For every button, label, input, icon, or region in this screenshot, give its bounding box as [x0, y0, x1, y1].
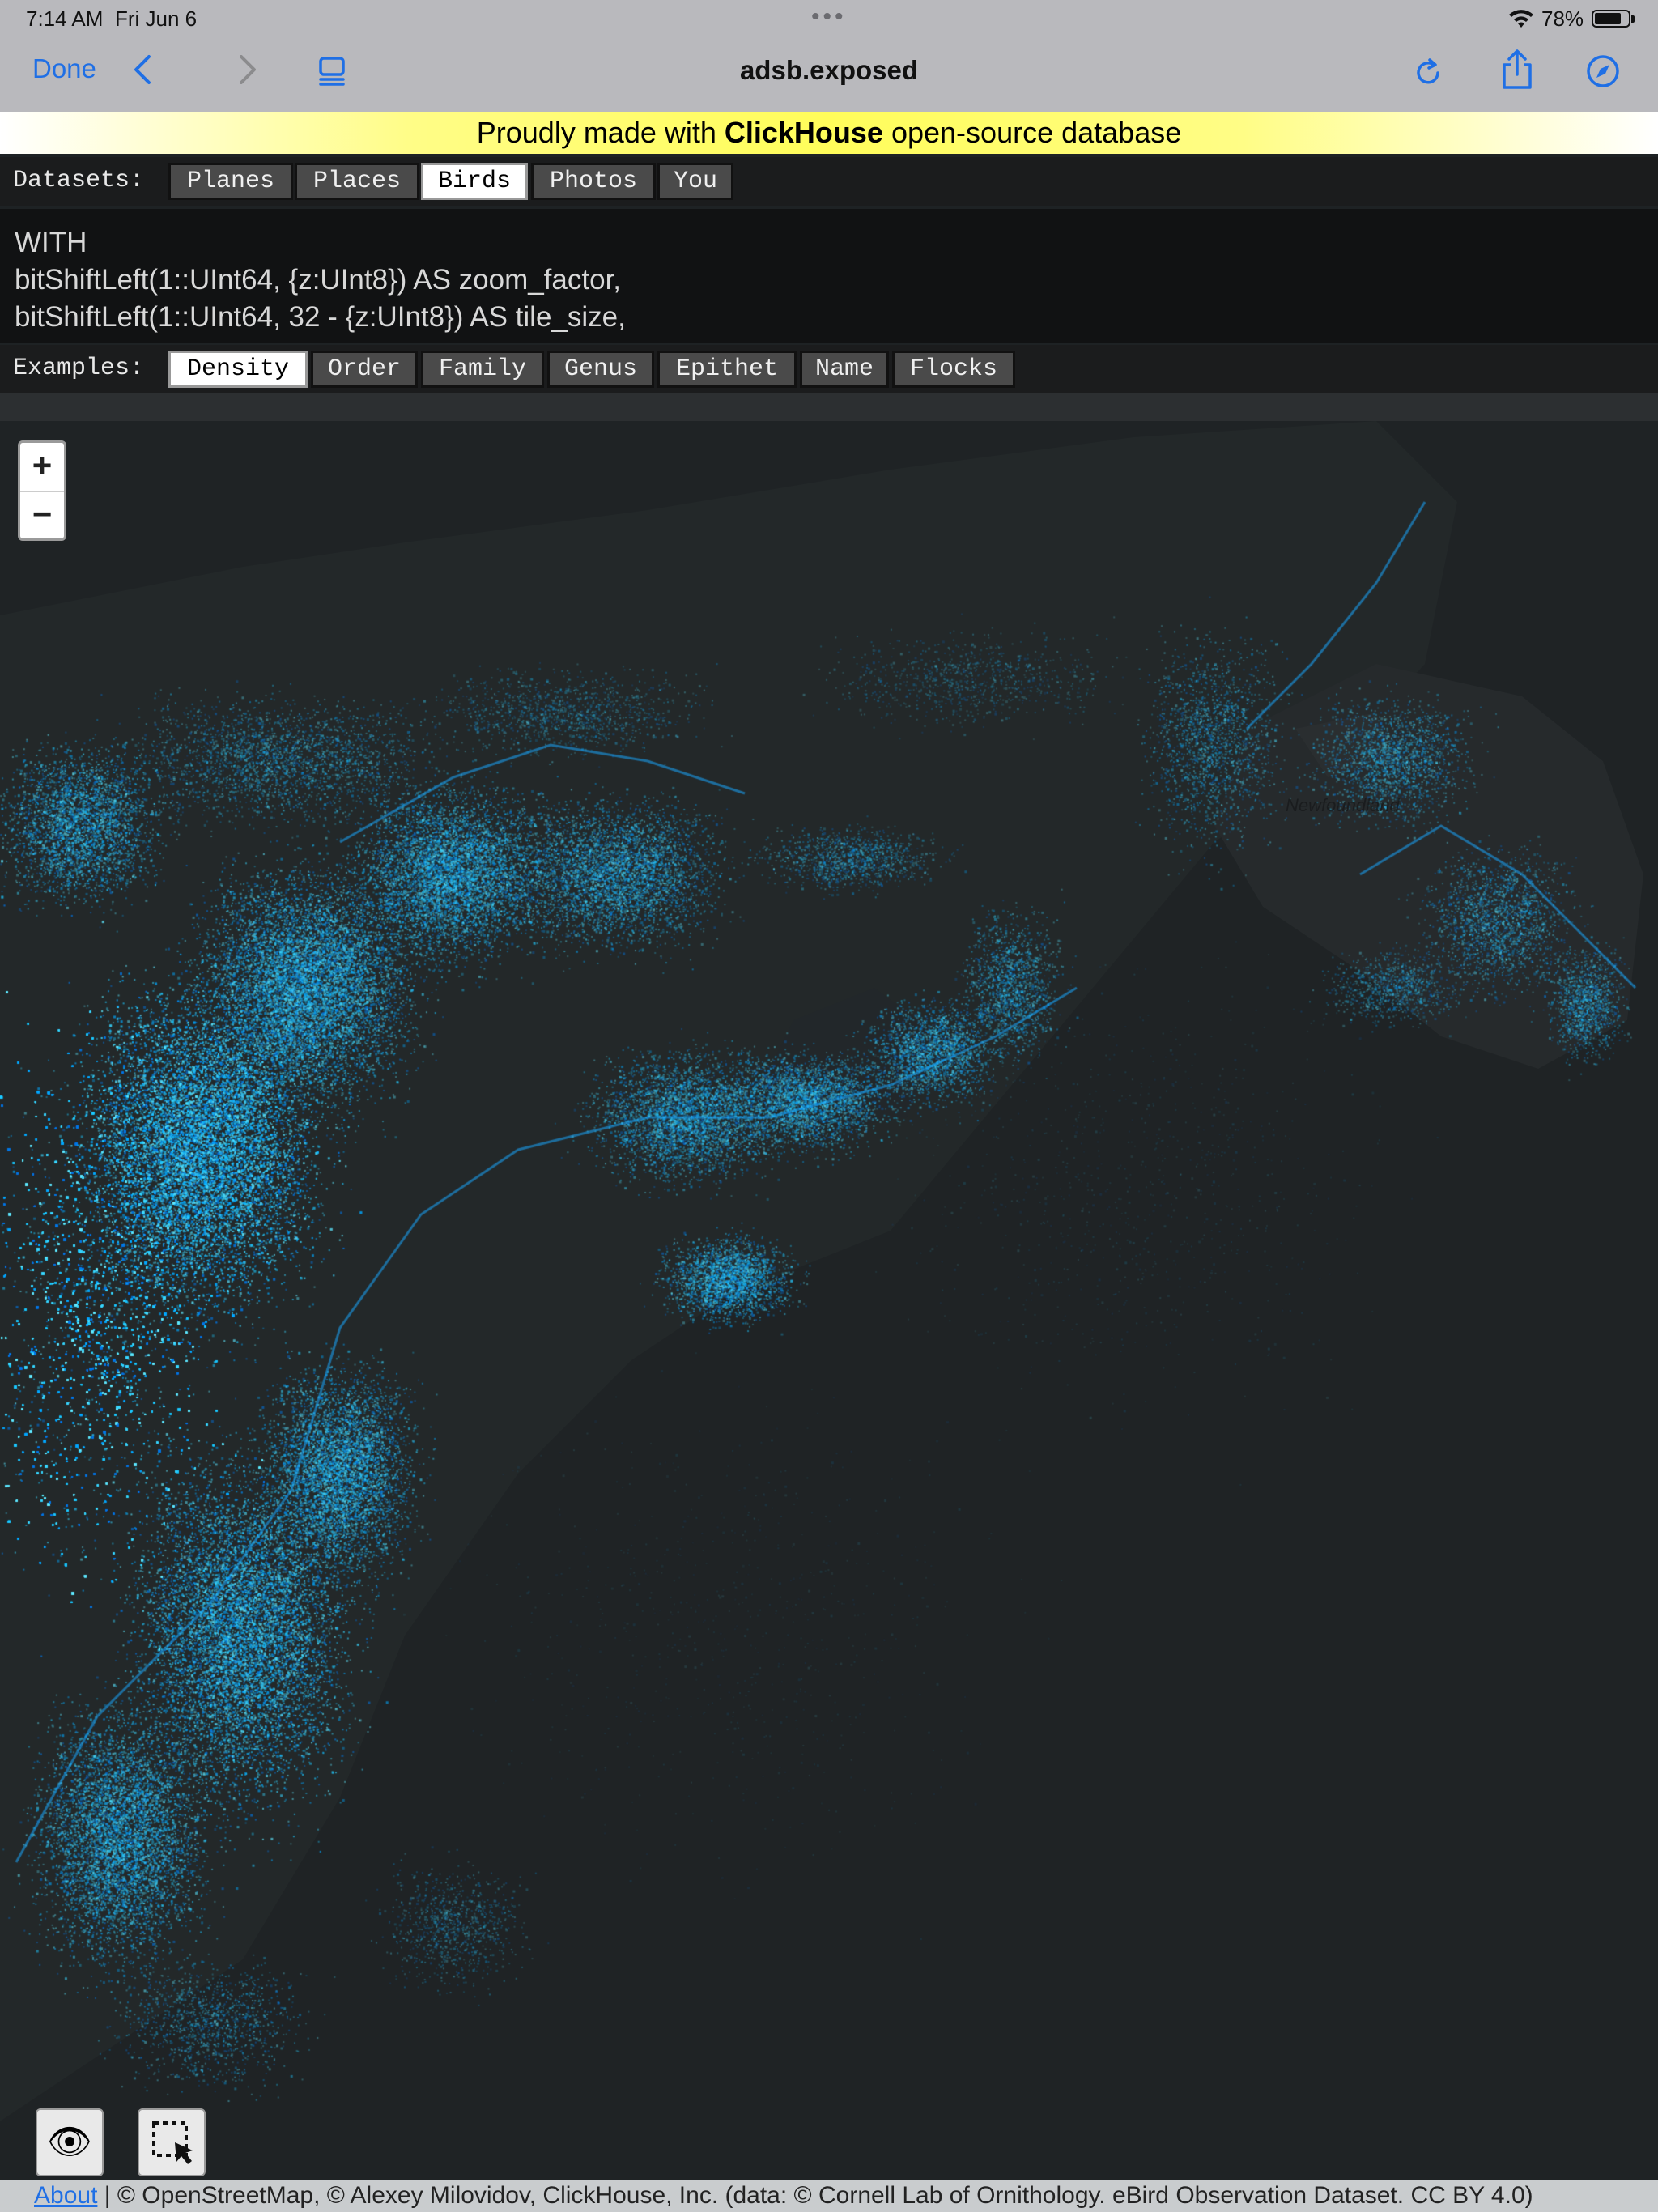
banner-suffix: open-source database [882, 116, 1182, 149]
dataset-birds-button[interactable]: Birds [421, 163, 528, 200]
done-button[interactable]: Done [32, 53, 96, 84]
query-line: bitShiftLeft(1::UInt64, 32 - {z:UInt8}) … [15, 301, 626, 333]
browser-toolbar: Done adsb.exposed [0, 39, 1658, 112]
query-line: WITH [15, 227, 87, 258]
datasets-label: Datasets: [13, 167, 145, 194]
banner-prefix: Proudly made with [476, 116, 725, 149]
compass-icon[interactable] [1585, 53, 1621, 89]
box-select-icon[interactable] [138, 2108, 206, 2176]
resize-handle[interactable] [0, 393, 1658, 421]
example-family-button[interactable]: Family [421, 351, 544, 388]
multitasking-dots-icon[interactable]: ••• [811, 3, 847, 31]
example-name-button[interactable]: Name [800, 351, 889, 388]
example-flocks-button[interactable]: Flocks [892, 351, 1015, 388]
query-line: bitShiftLeft(1::UInt64, {z:UInt8}) AS zo… [15, 264, 622, 296]
battery-icon [1592, 10, 1635, 28]
zoom-in-button[interactable]: + [20, 443, 64, 492]
about-link[interactable]: About [0, 2182, 97, 2209]
example-epithet-button[interactable]: Epithet [657, 351, 797, 388]
place-label-newfoundland: Newfoundland [1286, 795, 1400, 815]
examples-label: Examples: [13, 355, 145, 382]
map-view[interactable]: Newfoundland + − [0, 421, 1658, 2180]
status-bar: 7:14 AM Fri Jun 6 ••• 78% [0, 0, 1658, 39]
battery-percent: 78% [1541, 6, 1584, 31]
clickhouse-banner[interactable]: Proudly made with ClickHouse open-source… [0, 112, 1658, 154]
examples-bar: Examples: Density Order Family Genus Epi… [0, 345, 1658, 393]
zoom-out-button[interactable]: − [20, 491, 64, 539]
status-time: 7:14 AM [26, 6, 104, 31]
dataset-photos-button[interactable]: Photos [531, 163, 656, 200]
dataset-you-button[interactable]: You [657, 163, 733, 200]
wifi-icon [1507, 8, 1535, 35]
example-genus-button[interactable]: Genus [547, 351, 654, 388]
reload-icon[interactable] [1412, 53, 1444, 87]
zoom-control: + − [18, 440, 66, 541]
tabs-icon[interactable] [316, 55, 348, 87]
datasets-bar: Datasets: Planes Places Birds Photos You [0, 157, 1658, 206]
dataset-planes-button[interactable]: Planes [168, 163, 293, 200]
attribution-text: | © OpenStreetMap, © Alexey Milovidov, C… [97, 2182, 1533, 2209]
query-editor[interactable]: WITH bitShiftLeft(1::UInt64, {z:UInt8}) … [0, 209, 1658, 343]
dataset-places-button[interactable]: Places [295, 163, 419, 200]
example-density-button[interactable]: Density [168, 351, 308, 388]
example-order-button[interactable]: Order [311, 351, 418, 388]
status-date: Fri Jun 6 [115, 6, 198, 31]
eye-icon[interactable]: 👁 [36, 2108, 104, 2176]
banner-brand: ClickHouse [724, 116, 883, 149]
map-attribution: About | © OpenStreetMap, © Alexey Milovi… [0, 2180, 1658, 2212]
chevron-left-icon[interactable] [128, 52, 157, 87]
share-icon[interactable] [1499, 49, 1535, 91]
bird-density-layer [0, 421, 1658, 2180]
chevron-right-icon[interactable] [233, 52, 262, 87]
